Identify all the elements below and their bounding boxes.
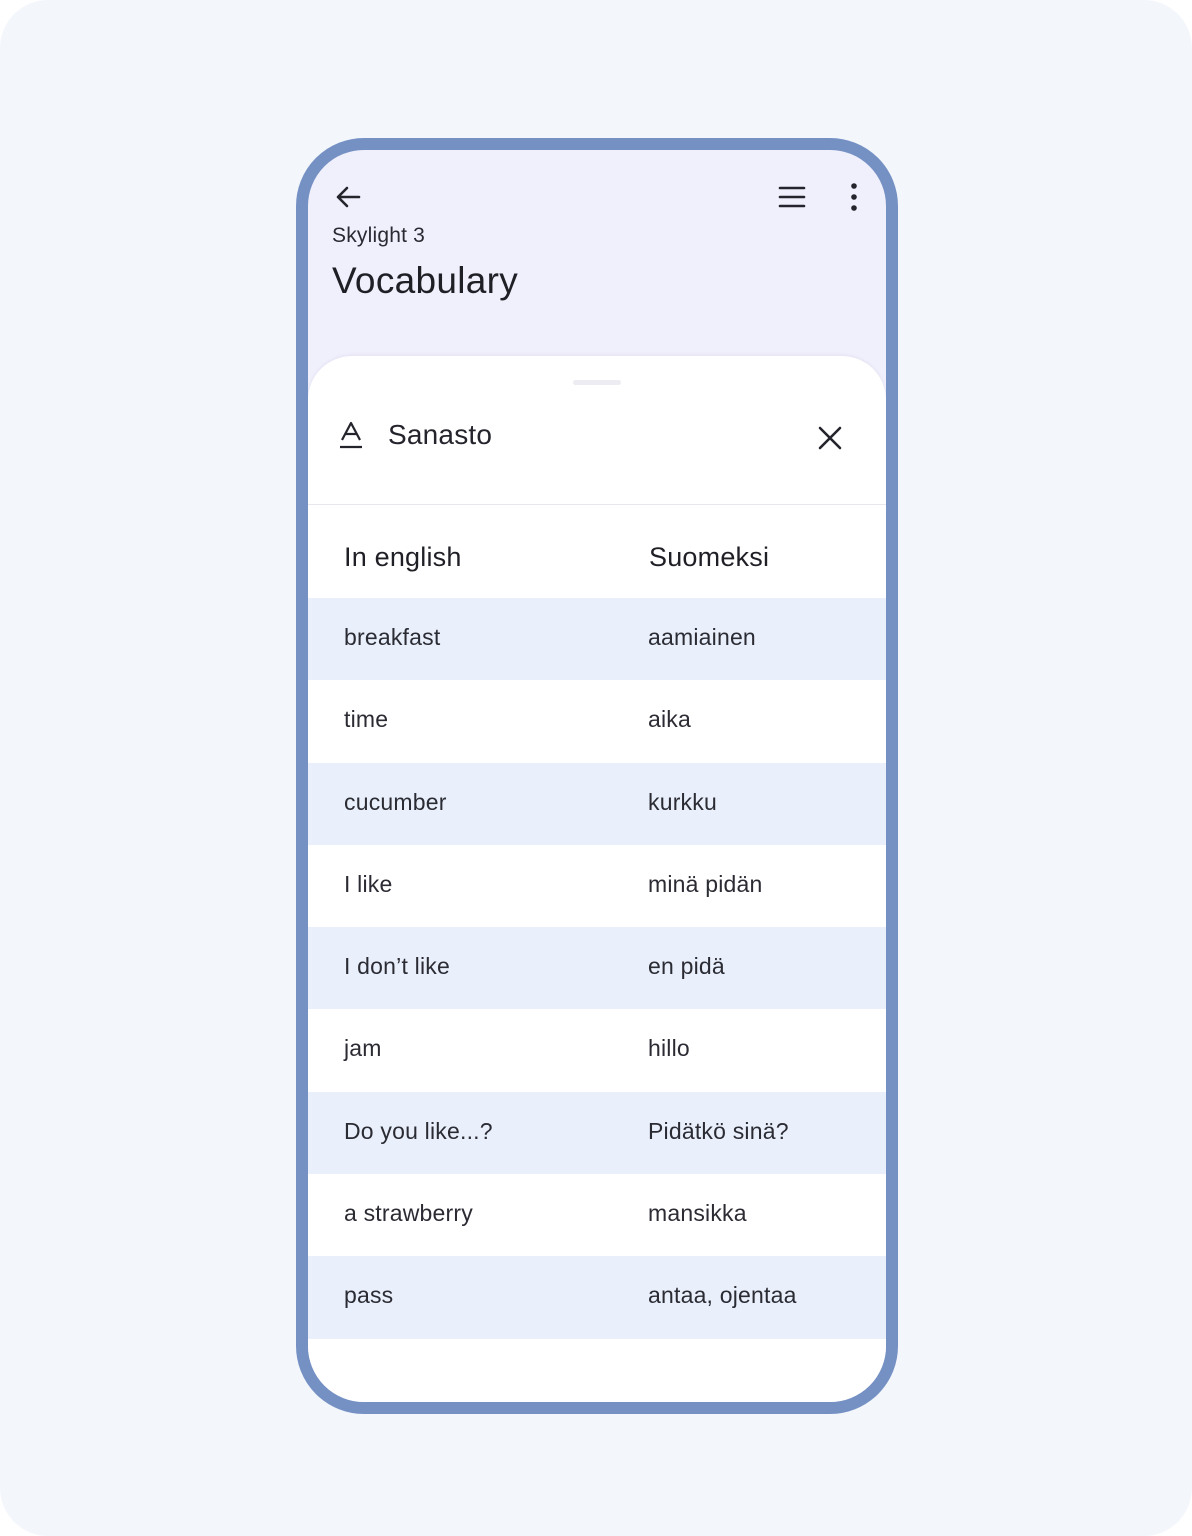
column-header-finnish: Suomeksi bbox=[649, 542, 770, 572]
table-row: time aika bbox=[308, 680, 886, 762]
menu-button[interactable] bbox=[770, 175, 814, 219]
back-button[interactable] bbox=[326, 175, 370, 219]
vocabulary-sheet: Sanasto In english Suomeksi breakfast aa… bbox=[308, 356, 886, 1402]
page-background: Skylight 3 Vocabulary Sanasto In english… bbox=[0, 0, 1192, 1536]
finnish-word: antaa, ojentaa bbox=[648, 1282, 797, 1309]
english-word: breakfast bbox=[344, 624, 441, 650]
more-options-button[interactable] bbox=[832, 175, 876, 219]
english-word: pass bbox=[344, 1282, 394, 1309]
finnish-word: mansikka bbox=[648, 1200, 747, 1227]
finnish-word: hillo bbox=[648, 1035, 690, 1062]
finnish-word: aamiainen bbox=[648, 624, 756, 650]
sheet-title: Sanasto bbox=[388, 419, 493, 450]
table-row: a strawberry mansikka bbox=[308, 1174, 886, 1256]
table-row: Do you like...? Pidätkö sinä? bbox=[308, 1091, 886, 1175]
table-row: I don’t like en pidä bbox=[308, 927, 886, 1010]
english-word: a strawberry bbox=[344, 1200, 473, 1227]
page-title: Vocabulary bbox=[332, 260, 519, 301]
finnish-word: en pidä bbox=[648, 953, 725, 980]
english-word: I don’t like bbox=[344, 953, 450, 980]
english-word: I like bbox=[344, 870, 393, 897]
table-row: breakfast aamiainen bbox=[308, 598, 886, 681]
arrow-left-icon bbox=[336, 186, 361, 208]
phone-frame: Skylight 3 Vocabulary Sanasto In english… bbox=[296, 138, 898, 1414]
drag-handle[interactable] bbox=[573, 380, 621, 385]
finnish-word: minä pidän bbox=[648, 870, 763, 897]
table-header: In english Suomeksi bbox=[308, 514, 886, 598]
close-icon bbox=[818, 426, 842, 450]
finnish-word: Pidätkö sinä? bbox=[648, 1117, 789, 1144]
hamburger-menu-icon bbox=[778, 186, 806, 208]
close-button[interactable] bbox=[808, 416, 852, 460]
table-row: pass antaa, ojentaa bbox=[308, 1256, 886, 1339]
finnish-word: kurkku bbox=[648, 788, 717, 815]
table-row: jam hillo bbox=[308, 1009, 886, 1091]
course-subtitle: Skylight 3 bbox=[332, 224, 426, 247]
sheet-header: Sanasto bbox=[308, 400, 886, 505]
finnish-word: aika bbox=[648, 706, 691, 733]
english-word: Do you like...? bbox=[344, 1117, 493, 1144]
more-vertical-icon bbox=[851, 183, 857, 211]
vocabulary-table: breakfast aamiainen time aika cucumber k… bbox=[308, 598, 886, 1339]
text-format-icon bbox=[340, 421, 362, 449]
table-row: I like minä pidän bbox=[308, 845, 886, 927]
english-word: cucumber bbox=[344, 788, 447, 815]
english-word: time bbox=[344, 706, 389, 733]
english-word: jam bbox=[344, 1035, 382, 1062]
column-header-english: In english bbox=[344, 542, 462, 572]
table-row: cucumber kurkku bbox=[308, 762, 886, 845]
